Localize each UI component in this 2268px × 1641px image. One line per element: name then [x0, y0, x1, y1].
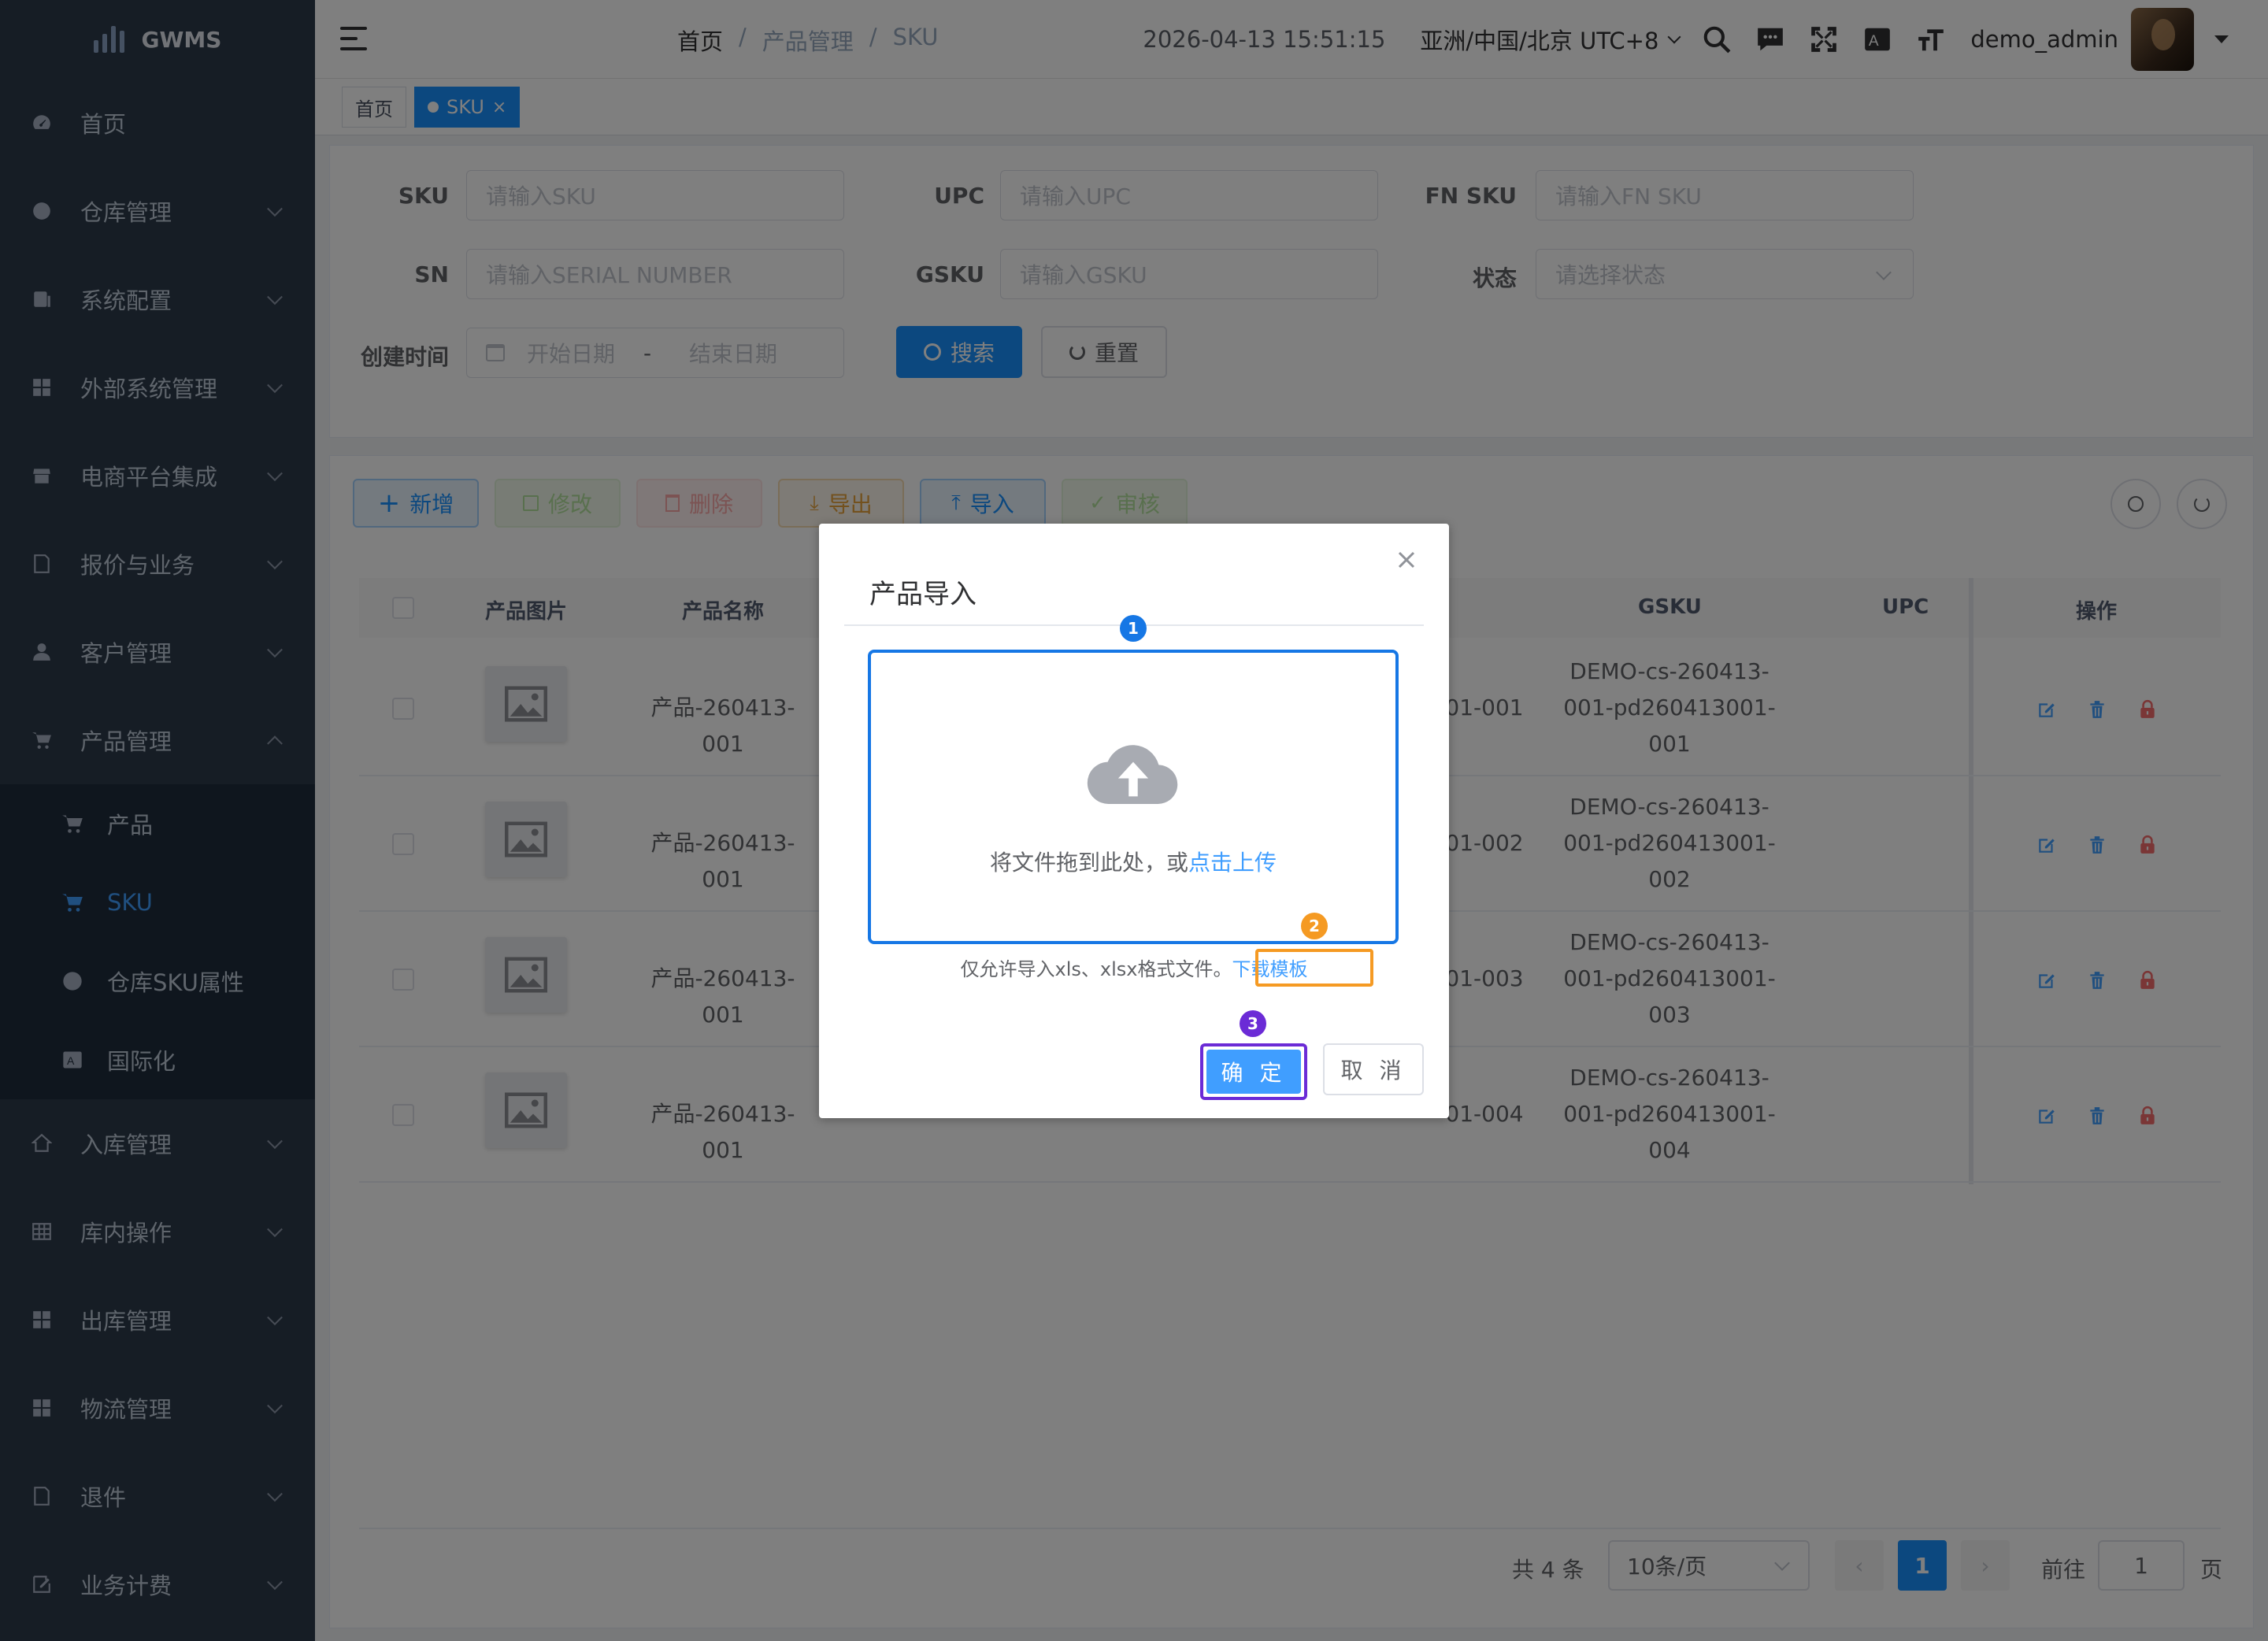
- confirm-button[interactable]: 确 定: [1206, 1050, 1301, 1094]
- import-dialog: 产品导入 将文件拖到此处，或点击上传 1 仅允许导入xls、xlsx格式文件。下…: [819, 524, 1449, 1118]
- close-icon[interactable]: [1392, 546, 1421, 574]
- cancel-button[interactable]: 取 消: [1323, 1043, 1424, 1095]
- upload-tip: 仅允许导入xls、xlsx格式文件。: [960, 958, 1232, 980]
- dialog-title: 产品导入: [869, 579, 976, 610]
- upload-dropzone[interactable]: 将文件拖到此处，或点击上传: [868, 650, 1399, 944]
- step-marker-3: 3: [1240, 1010, 1266, 1037]
- highlight-box-2: [1255, 949, 1373, 987]
- step-marker-1: 1: [1120, 615, 1147, 642]
- cloud-upload-icon: [1087, 745, 1178, 804]
- step-marker-2: 2: [1301, 913, 1328, 939]
- highlight-box-3: 确 定: [1200, 1043, 1307, 1100]
- drop-hint: 将文件拖到此处，或: [989, 850, 1188, 876]
- click-upload-link[interactable]: 点击上传: [1188, 850, 1277, 876]
